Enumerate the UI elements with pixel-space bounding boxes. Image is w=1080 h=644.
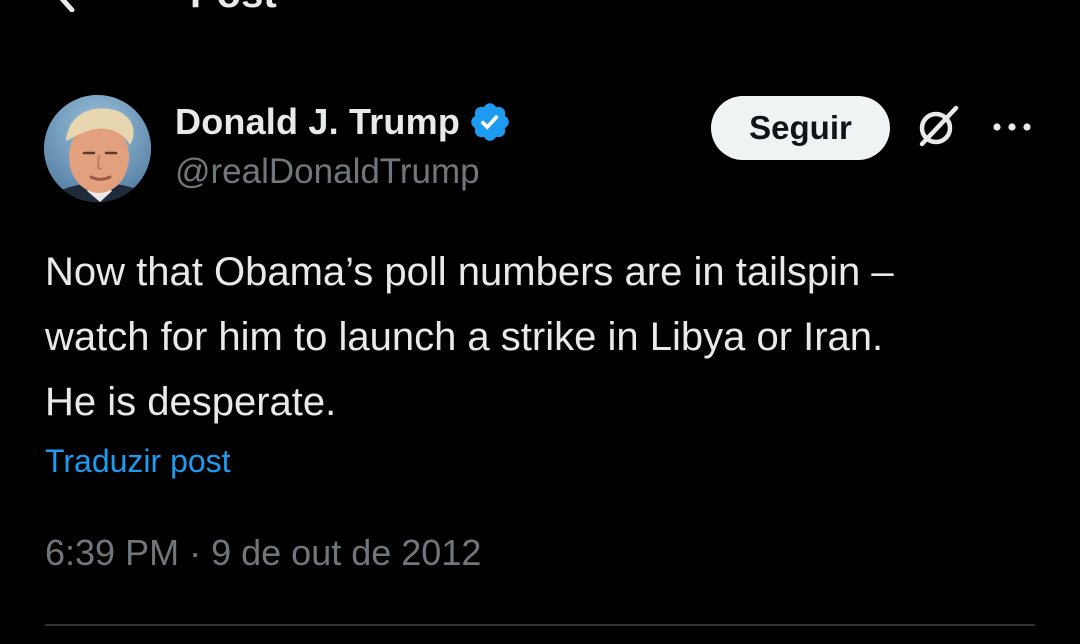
post-timestamp[interactable]: 6:39 PM · 9 de out de 2012 [45,532,481,574]
page-title: Post [190,0,277,14]
avatar[interactable] [44,95,151,202]
tweet-text-line: watch for him to launch a strike in Liby… [45,315,884,359]
verified-badge-icon [471,103,509,141]
avatar-image [44,95,151,202]
tweet-text-line: Now that Obama’s poll numbers are in tai… [45,250,894,294]
timestamp-separator: · [189,532,202,573]
divider [45,624,1035,626]
author-name-row[interactable]: Donald J. Trump [175,99,512,145]
post-time: 6:39 PM [45,532,180,573]
tweet-text-line: He is desperate. [45,380,337,424]
grok-icon[interactable] [912,102,962,152]
tweet-text: Now that Obama’s poll numbers are in tai… [45,240,1045,435]
follow-button[interactable]: Seguir [711,96,890,160]
author-handle[interactable]: @realDonaldTrump [175,152,480,192]
post-date: 9 de out de 2012 [211,532,482,573]
translate-post-link[interactable]: Traduzir post [45,443,231,480]
back-arrow-icon[interactable] [50,0,80,12]
more-options-icon[interactable] [992,117,1032,137]
author-display-name[interactable]: Donald J. Trump [175,101,460,143]
top-bar: Post [0,0,1080,20]
